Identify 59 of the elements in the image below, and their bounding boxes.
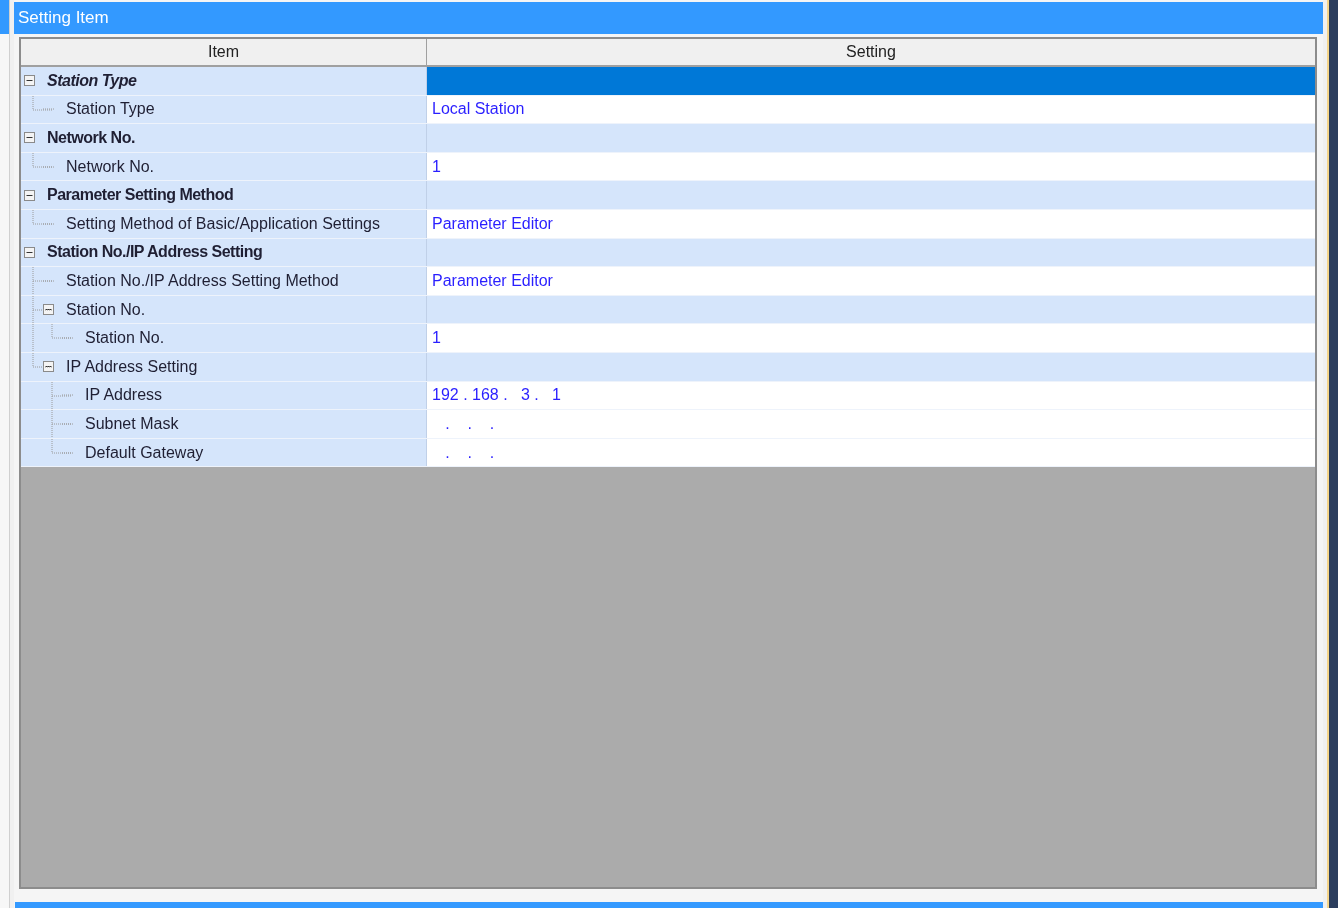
- setting-cell[interactable]: [427, 238, 1315, 267]
- item-cell[interactable]: Setting Method of Basic/Application Settings: [21, 209, 427, 238]
- item-cell[interactable]: Parameter Setting Method: [21, 181, 427, 209]
- setting-value: Parameter Editor: [432, 213, 553, 234]
- setting-cell[interactable]: Parameter Editor: [427, 209, 1315, 238]
- setting-value: Parameter Editor: [432, 270, 553, 291]
- setting-cell[interactable]: Local Station: [427, 95, 1315, 124]
- item-label: Parameter Setting Method: [47, 185, 234, 206]
- setting-cell[interactable]: 1: [427, 324, 1315, 352]
- item-label: IP Address: [85, 385, 163, 406]
- item-label: Network No.: [66, 156, 155, 177]
- item-cell[interactable]: Subnet Mask: [21, 410, 427, 438]
- item-label: Station Type: [66, 99, 155, 120]
- setting-value: . . .: [444, 442, 495, 463]
- collapse-icon[interactable]: [43, 304, 54, 316]
- item-cell[interactable]: IP Address: [21, 381, 427, 410]
- item-label: Station No.: [66, 299, 146, 320]
- item-cell[interactable]: Station No./IP Address Setting: [21, 238, 427, 267]
- column-header[interactable]: Setting: [427, 39, 1315, 65]
- panel-title: Setting Item: [18, 7, 109, 30]
- item-label: Subnet Mask: [85, 413, 179, 434]
- collapse-icon[interactable]: [43, 361, 54, 373]
- item-label: IP Address Setting: [66, 356, 198, 377]
- setting-value: . . .: [444, 413, 495, 434]
- item-cell[interactable]: Station Type: [21, 95, 427, 124]
- setting-value: 1: [432, 156, 441, 177]
- setting-cell[interactable]: 1: [427, 152, 1315, 181]
- collapse-icon[interactable]: [24, 189, 35, 201]
- item-label: Setting Method of Basic/Application Settings: [66, 213, 380, 234]
- item-label: Default Gateway: [85, 442, 204, 463]
- column-header[interactable]: Item: [21, 39, 427, 65]
- collapse-icon[interactable]: [24, 132, 35, 144]
- item-cell[interactable]: Station Type: [21, 67, 427, 95]
- setting-value: Local Station: [432, 99, 525, 120]
- item-cell[interactable]: IP Address Setting: [21, 352, 427, 381]
- item-label: Station No.: [85, 328, 165, 349]
- setting-cell[interactable]: . . .: [427, 410, 1315, 438]
- item-cell[interactable]: Station No.: [21, 295, 427, 324]
- item-cell[interactable]: Default Gateway: [21, 438, 427, 467]
- setting-cell[interactable]: Parameter Editor: [427, 267, 1315, 295]
- item-label: Network No.: [47, 128, 135, 148]
- setting-cell[interactable]: . . .: [427, 438, 1315, 467]
- item-label: Station No./IP Address Setting: [47, 242, 263, 263]
- item-label: Station Type: [47, 70, 137, 91]
- setting-cell[interactable]: [427, 124, 1315, 152]
- collapse-icon[interactable]: [24, 75, 35, 87]
- setting-value: 192 . 168 . 3 . 1: [432, 385, 561, 406]
- item-label: Station No./IP Address Setting Method: [66, 270, 339, 291]
- setting-cell[interactable]: 192 . 168 . 3 . 1: [427, 381, 1315, 410]
- setting-cell[interactable]: [427, 295, 1315, 324]
- item-cell[interactable]: Station No./IP Address Setting Method: [21, 267, 427, 295]
- item-cell[interactable]: Network No.: [21, 124, 427, 152]
- setting-cell[interactable]: [427, 352, 1315, 381]
- collapse-icon[interactable]: [24, 246, 35, 258]
- setting-value: 1: [432, 328, 441, 349]
- item-cell[interactable]: Network No.: [21, 152, 427, 181]
- setting-cell[interactable]: [427, 67, 1315, 95]
- item-cell[interactable]: Station No.: [21, 324, 427, 352]
- setting-cell[interactable]: [427, 181, 1315, 209]
